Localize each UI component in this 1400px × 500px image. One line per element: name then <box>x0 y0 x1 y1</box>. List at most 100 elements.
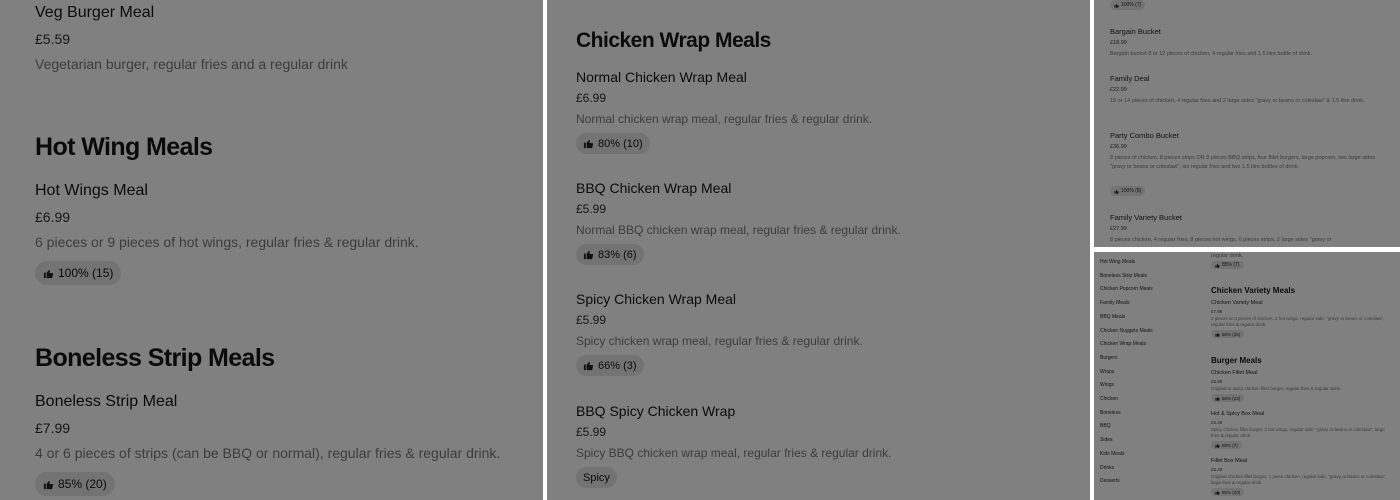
item-name[interactable]: Family Variety Bucket <box>1110 213 1182 222</box>
item-description: Spicy chicken fillet burger, 2 hot wings… <box>1211 427 1385 438</box>
rating-badge: 83% (6) <box>576 244 644 265</box>
item-price: £18.99 <box>1110 40 1127 46</box>
rating-text: 86% (23) <box>1222 395 1241 401</box>
item-description: 6 pieces or 9 pieces of hot wings, regul… <box>35 234 419 250</box>
item-price: £6.99 <box>576 91 607 105</box>
item-name[interactable]: Family Deal <box>1110 74 1150 83</box>
menu-panel-top-right: 100% (7) Bargain Bucket £18.99 Bargain b… <box>1094 0 1400 247</box>
rating-badge: 100% (7) <box>1110 0 1146 10</box>
nav-category-item[interactable]: Desserts <box>1100 478 1120 484</box>
item-description: Original chicken fillet burger, 1 piece … <box>1211 474 1387 485</box>
item-name[interactable]: Spicy Chicken Wrap Meal <box>576 291 736 307</box>
nav-category-item[interactable]: Wings <box>1100 382 1114 388</box>
rating-badge: 85% (20) <box>35 472 115 496</box>
thumbs-up-icon <box>1114 189 1119 194</box>
rating-text: 100% (8) <box>1121 188 1142 194</box>
item-description: Original or spicy chicken fillet burger,… <box>1211 386 1342 391</box>
rating-text: 83% (6) <box>598 248 637 261</box>
item-description: Vegetarian burger, regular fries and a r… <box>35 56 348 72</box>
nav-category-item[interactable]: Boneless <box>1100 410 1121 416</box>
item-description: Normal chicken wrap meal, regular fries … <box>576 112 873 126</box>
thumbs-up-icon <box>1215 332 1220 337</box>
rating-badge: 86% (23) <box>1211 394 1245 402</box>
nav-category-item[interactable]: BBQ Meals <box>1100 314 1125 320</box>
nav-category-item[interactable]: BBQ <box>1100 423 1111 429</box>
category-title: Boneless Strip Meals <box>35 344 275 372</box>
rating-badge: 88% (7) <box>1211 441 1242 449</box>
item-name[interactable]: BBQ Chicken Wrap Meal <box>576 180 731 196</box>
thumbs-up-icon <box>43 479 54 490</box>
thumbs-up-icon <box>583 138 594 149</box>
rating-badge: 80% (10) <box>576 133 650 154</box>
rating-text: 66% (3) <box>598 359 637 372</box>
item-price: £22.99 <box>1110 87 1127 93</box>
nav-category-item[interactable]: Boneless Strip Meals <box>1100 273 1147 279</box>
item-name[interactable]: Chicken Fillet Meal <box>1211 370 1257 376</box>
nav-category-item[interactable]: Family Meals <box>1100 300 1129 306</box>
item-description: 4 or 6 pieces of strips (can be BBQ or n… <box>35 445 501 461</box>
item-name[interactable]: Boneless Strip Meal <box>35 393 177 411</box>
item-description: Bargain bucket 8 or 12 pieces of chicken… <box>1110 51 1313 57</box>
nav-category-item[interactable]: Drinks <box>1100 465 1114 471</box>
item-description: 10 or 14 pieces of chicken, 4 regular fr… <box>1110 98 1365 104</box>
item-name[interactable]: Normal Chicken Wrap Meal <box>576 69 747 85</box>
rating-badge: 80% (20) <box>1211 488 1245 496</box>
rating-badge: 66% (3) <box>576 355 644 376</box>
thumbs-up-icon <box>1114 3 1119 8</box>
item-price: £5.99 <box>1211 379 1223 384</box>
item-price: £27.99 <box>1110 226 1127 232</box>
rating-text: 100% (7) <box>1121 2 1142 8</box>
thumbs-up-icon <box>583 360 594 371</box>
thumbs-up-icon <box>1215 490 1220 495</box>
category-title: Hot Wing Meals <box>35 133 213 161</box>
category-title: Chicken Wrap Meals <box>576 29 771 52</box>
item-price: £5.49 <box>1211 467 1223 472</box>
rating-text: 88% (7) <box>1222 442 1238 448</box>
item-name[interactable]: Hot Wings Meal <box>35 182 148 200</box>
nav-category-item[interactable]: Chicken Wrap Meals <box>1100 341 1146 347</box>
rating-badge: 100% (15) <box>35 261 122 285</box>
thumbs-up-icon <box>1215 263 1220 268</box>
rating-badge: 85% (7) <box>1211 261 1244 269</box>
nav-category-item[interactable]: Burgers <box>1100 355 1118 361</box>
thumbs-up-icon <box>1215 443 1220 448</box>
item-description: Spicy chicken wrap meal, regular fries &… <box>576 334 863 348</box>
menu-panel-left: Veg Burger Meal £5.59 Vegetarian burger,… <box>0 0 543 500</box>
item-name[interactable]: Fillet Box Meal <box>1211 458 1247 464</box>
item-price: £36.99 <box>1110 144 1127 150</box>
item-name[interactable]: Chicken Variety Meal <box>1211 300 1263 306</box>
item-description: 8 pieces chicken, 4 regular fries, 8 pie… <box>1110 237 1332 243</box>
rating-text: 85% (7) <box>1222 262 1240 268</box>
item-price: £5.59 <box>35 31 71 47</box>
nav-category-item[interactable]: Chicken <box>1100 396 1118 402</box>
item-name[interactable]: Bargain Bucket <box>1110 27 1161 36</box>
thumbs-up-icon <box>1215 396 1220 401</box>
nav-category-item[interactable]: Hot Wing Meals <box>1100 259 1135 265</box>
item-description: 8 pieces of chicken, 8 pieces strips OR … <box>1110 155 1376 170</box>
item-name[interactable]: BBQ Spicy Chicken Wrap <box>576 403 735 419</box>
item-price: £7.99 <box>1211 309 1223 314</box>
nav-category-item[interactable]: Sides <box>1100 437 1113 443</box>
item-price: £5.99 <box>576 202 607 216</box>
thumbs-up-icon <box>43 268 54 279</box>
item-name[interactable]: Hot & Spicy Box Meal <box>1211 411 1264 417</box>
rating-text: 80% (10) <box>598 137 643 150</box>
menu-panel-middle: Chicken Wrap Meals Normal Chicken Wrap M… <box>547 0 1090 500</box>
nav-category-item[interactable]: Wraps <box>1100 369 1114 375</box>
item-description: regular drink. <box>1211 253 1244 259</box>
rating-text: 85% (20) <box>58 477 107 491</box>
item-name[interactable]: Veg Burger Meal <box>35 4 154 22</box>
nav-category-item[interactable]: Chicken Nuggets Meals <box>1100 328 1153 334</box>
category-title: Burger Meals <box>1211 356 1262 365</box>
rating-text: 80% (20) <box>1222 489 1241 495</box>
nav-category-item[interactable]: Kids Meals <box>1100 451 1124 457</box>
tag-text: Spicy <box>583 471 610 484</box>
item-description: 2 pieces or 3 pieces of chicken, 2 hot w… <box>1211 316 1385 327</box>
thumbs-up-icon <box>583 249 594 260</box>
spicy-tag: Spicy <box>576 467 617 488</box>
nav-category-item[interactable]: Chicken Popcorn Meals <box>1100 286 1153 292</box>
menu-panel-bottom-right: Hot Wing Meals Boneless Strip Meals Chicke… <box>1094 252 1400 500</box>
item-price: £5.49 <box>1211 420 1223 425</box>
item-price: £6.99 <box>35 209 71 225</box>
item-name[interactable]: Party Combo Bucket <box>1110 131 1179 140</box>
